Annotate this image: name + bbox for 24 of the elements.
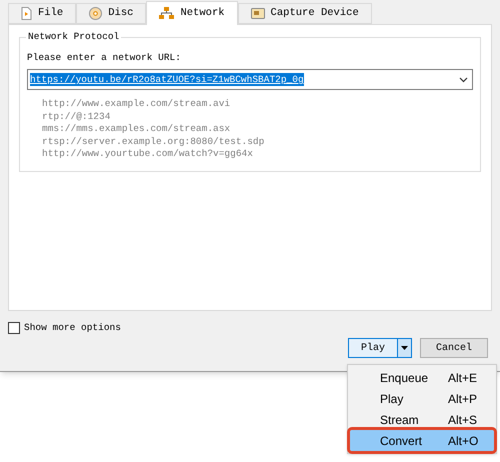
example-url: rtsp://server.example.org:8080/test.sdp [42, 136, 264, 148]
example-url: rtp://@:1234 [42, 110, 110, 123]
field-label: Please enter a network URL: [27, 52, 182, 64]
tab[interactable]: Capture Device [238, 3, 372, 24]
menu-item[interactable]: Convert Alt+O [350, 430, 494, 451]
disc-icon [89, 7, 102, 20]
tab[interactable]: File [8, 3, 76, 24]
menu-item[interactable]: Play Alt+P [350, 388, 494, 409]
example-url: http://www.example.com/stream.avi [42, 98, 230, 110]
menu-item[interactable]: Stream Alt+S [350, 409, 494, 430]
cancel-button[interactable]: Cancel [420, 338, 488, 358]
caret-icon [401, 346, 408, 350]
checkbox-label: Show more options [24, 321, 121, 335]
network-icon [159, 7, 174, 20]
example-url: http://www.yourtube.com/watch?v=gg64x [42, 148, 253, 160]
play-split-button[interactable]: Play [348, 338, 412, 358]
capture-card-icon [250, 8, 265, 20]
file-icon [21, 7, 32, 20]
tab[interactable]: Disc [76, 3, 146, 24]
tab[interactable]: Network [146, 1, 238, 25]
url-combo-box[interactable]: https://youtu.be/rR2o8atZUOE?si=Z1wBCwhSBAT2p_0g [27, 69, 473, 90]
menu-item[interactable]: Enqueue Alt+E [350, 367, 494, 388]
example-url: mms://mms.examples.com/stream.asx [42, 123, 230, 136]
checkbox[interactable] [8, 322, 20, 334]
